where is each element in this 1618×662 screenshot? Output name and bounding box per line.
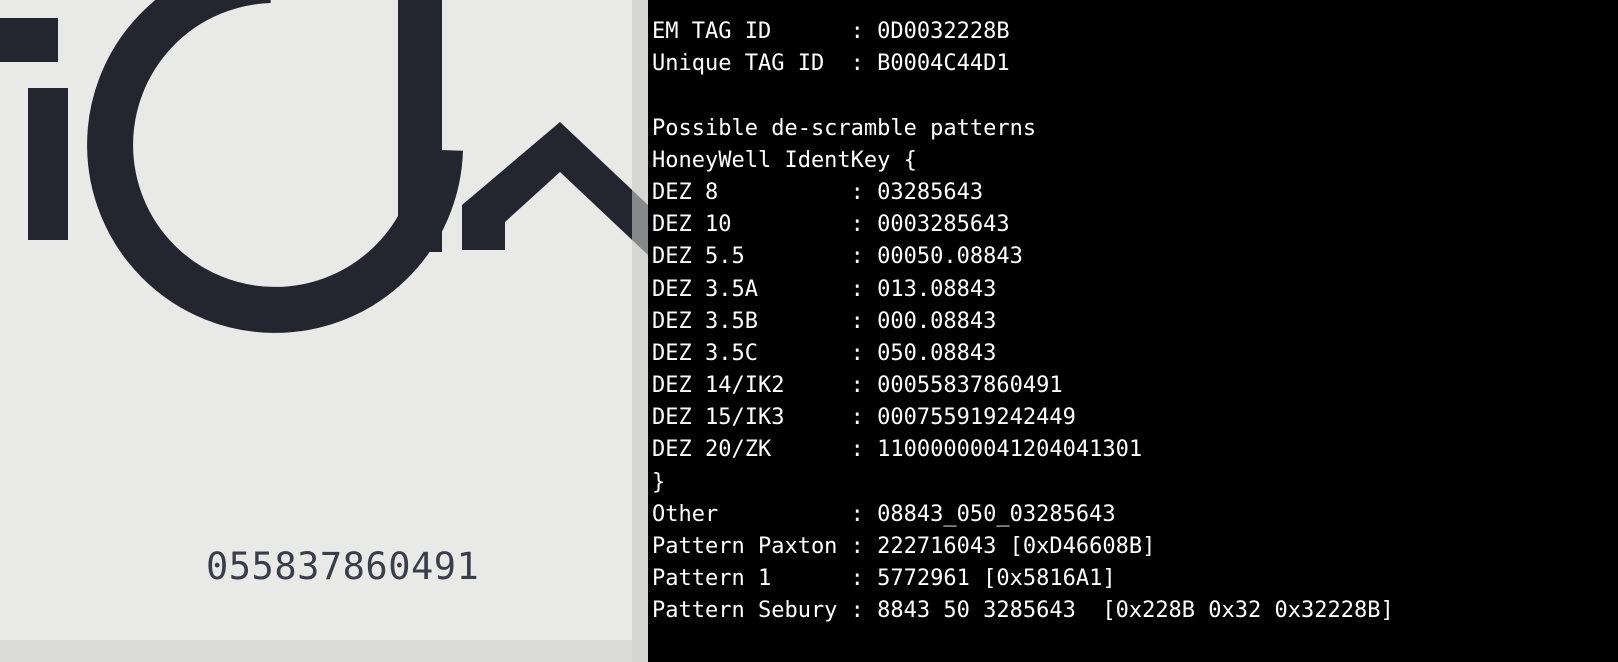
terminal-line: DEZ 10 : 0003285643 bbox=[652, 212, 1010, 238]
card-printed-number: 055837860491 bbox=[206, 545, 480, 588]
rfid-card-photo: 055837860491 bbox=[0, 0, 648, 662]
terminal-line: Pattern Sebury : 8843 50 3285643 [0x228B… bbox=[652, 598, 1394, 624]
terminal-line: DEZ 20/ZK : 11000000041204041301 bbox=[652, 437, 1143, 463]
terminal-line: Possible de-scramble patterns bbox=[652, 115, 1037, 141]
terminal-line: } bbox=[652, 469, 666, 495]
terminal-line: Other : 08843_050_03285643 bbox=[652, 501, 1116, 527]
terminal-line: Pattern Paxton : 222716043 [0xD46608B] bbox=[652, 534, 1156, 559]
terminal-output: EM TAG ID : 0D0032228B Unique TAG ID : B0… bbox=[648, 0, 1618, 662]
terminal-line: Pattern 1 : 5772961 [0x5816A1] bbox=[652, 566, 1116, 592]
terminal-line: DEZ 5.5 : 00050.08843 bbox=[652, 244, 1023, 270]
terminal-line: HoneyWell IdentKey { bbox=[652, 147, 917, 173]
terminal-line: DEZ 3.5B : 000.08843 bbox=[652, 308, 997, 334]
terminal-line: DEZ 3.5C : 050.08843 bbox=[652, 340, 997, 366]
terminal-line: DEZ 15/IK3 : 000755919242449 bbox=[652, 405, 1076, 431]
terminal-line: EM TAG ID : 0D0032228B bbox=[652, 19, 1010, 44]
terminal-line: DEZ 14/IK2 : 00055837860491 bbox=[652, 373, 1063, 399]
terminal-line: Unique TAG ID : B0004C44D1 bbox=[652, 51, 1010, 77]
terminal-line: DEZ 8 : 03285643 bbox=[652, 179, 984, 205]
terminal-line: DEZ 3.5A : 013.08843 bbox=[652, 276, 997, 302]
